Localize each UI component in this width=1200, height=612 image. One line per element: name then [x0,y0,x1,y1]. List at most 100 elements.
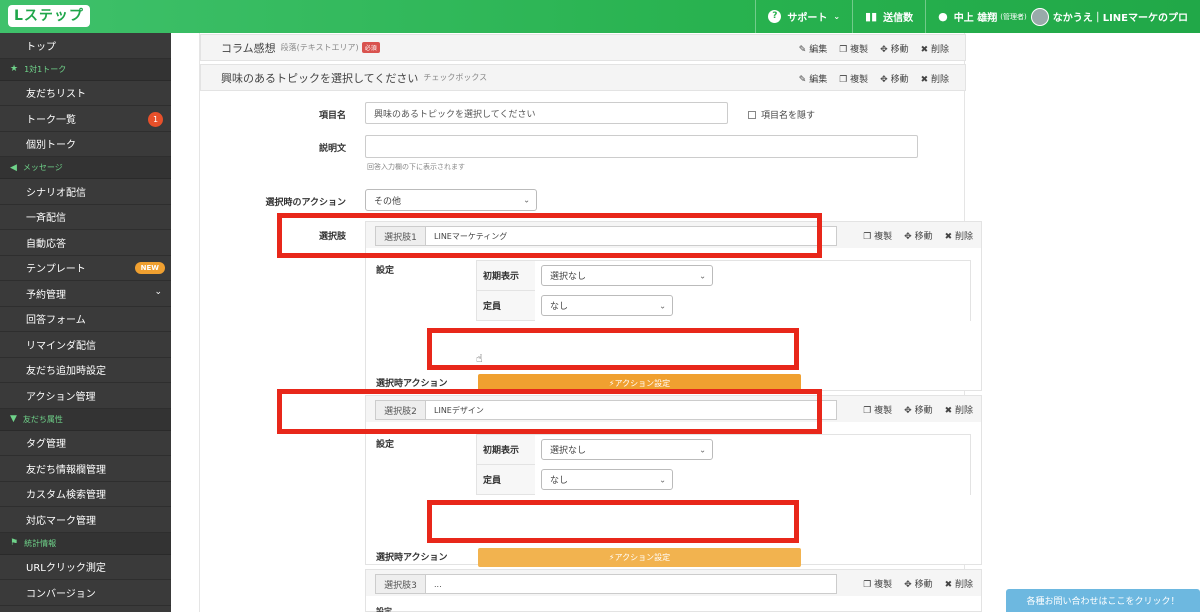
delete-button[interactable]: ✖ 削除 [921,42,949,55]
choice-block-3: 選択肢3 ... ❐ 複製 ✥ 移動 ✖ 削除 設定 [365,569,982,612]
sidebar-item-action-mgmt[interactable]: アクション管理 [0,383,171,409]
choice-action-label: 選択時アクション [376,553,448,563]
sidebar-item-label: トップ [26,41,56,53]
sidebar-item-label: アクション管理 [26,391,96,403]
choice-actions: ❐ 複製 ✥ 移動 ✖ 削除 [863,396,973,422]
copy-button[interactable]: ❐ 複製 [863,229,892,242]
delete-button[interactable]: ✖ 削除 [921,72,949,85]
sidebar-item-info-field[interactable]: 友だち情報欄管理 [0,456,171,482]
move-label: 移動 [914,231,933,242]
copy-label: 複製 [874,579,893,590]
copy-button[interactable]: ❐ 複製 [863,577,892,590]
description-input[interactable] [365,135,918,158]
copy-icon: ❐ [863,405,875,416]
question-row-column[interactable]: コラム感想 段落(テキストエリア) 必須 ✎ 編集 ❐ 複製 ✥ 移動 ✖ 削除 [200,34,966,61]
copy-button[interactable]: ❐ 複製 [839,42,868,55]
move-button[interactable]: ✥ 移動 [880,42,908,55]
close-icon: ✖ [944,579,955,590]
sidebar-item-add-friend[interactable]: 友だち追加時設定 [0,358,171,383]
sidebar-item-broadcast[interactable]: 一斉配信 [0,205,171,230]
move-button[interactable]: ✥ 移動 [904,229,932,242]
pointer-cursor-icon: ☝ [476,352,483,365]
sidebar-item-label: 一斉配信 [26,213,66,225]
choice-actions: ❐ 複製 ✥ 移動 ✖ 削除 [863,570,973,596]
select-value: その他 [374,196,402,207]
row-actions: ✎ 編集 ❐ 複製 ✥ 移動 ✖ 削除 [799,65,949,92]
highlight-box [277,389,822,434]
delete-button[interactable]: ✖ 削除 [945,229,973,242]
settings-table: 初期表示 選択なし ⌄ 定員 なし ⌄ [476,260,971,321]
user-role: (管理者) [1000,12,1027,21]
copy-button[interactable]: ❐ 複製 [839,72,868,85]
move-button[interactable]: ✥ 移動 [904,577,932,590]
sidebar-item-label: タグ管理 [26,439,66,451]
sidebar-item-url-click[interactable]: URLクリック測定 [0,555,171,580]
delete-button[interactable]: ✖ 削除 [945,403,973,416]
sidebar-item-scenario[interactable]: シナリオ配信 [0,179,171,205]
sidebar-item-reservation[interactable]: 予約管理 ⌄ [0,281,171,307]
move-label: 移動 [914,579,933,590]
capacity-select[interactable]: なし ⌄ [541,295,673,316]
choice-action-label: 選択時アクション [376,379,448,389]
copy-button[interactable]: ❐ 複製 [863,403,892,416]
sidebar-item-top[interactable]: トップ [0,33,171,59]
initial-display-select[interactable]: 選択なし ⌄ [541,265,713,286]
settings-table: 初期表示 選択なし ⌄ 定員 なし ⌄ [476,434,971,495]
send-count-menu[interactable]: ▮▮ 送信数 [852,0,925,33]
section-label: メッセージ [22,163,63,172]
select-value: 選択なし [550,272,587,282]
sidebar-item-auto-reply[interactable]: 自動応答 [0,230,171,256]
hide-item-name-checkbox[interactable]: 項目名を隠す [748,108,815,121]
move-button[interactable]: ✥ 移動 [880,72,908,85]
edit-button[interactable]: ✎ 編集 [799,72,827,85]
chevron-down-icon: ⌄ [523,195,530,205]
sidebar-item-label: トーク一覧 [26,114,76,126]
initial-display-label: 初期表示 [483,272,520,282]
sidebar-item-friends[interactable]: 友だちリスト [0,81,171,106]
item-name-input[interactable]: 興味のあるトピックを選択してください [365,102,728,124]
sidebar-item-tag[interactable]: タグ管理 [0,431,171,456]
move-icon: ✥ [880,45,891,55]
contact-help-button[interactable]: 各種お問い合わせはここをクリック！ [1006,589,1200,612]
sidebar-item-mark[interactable]: 対応マーク管理 [0,507,171,533]
description-help: 回答入力欄の下に表示されます [367,163,465,171]
question-row-topic[interactable]: 興味のあるトピックを選択してください チェックボックス ✎ 編集 ❐ 複製 ✥ … [200,64,966,91]
choice-value-input[interactable]: ... [426,574,837,594]
sidebar-item-label: コンバージョン [26,588,96,600]
edit-button[interactable]: ✎ 編集 [799,42,827,55]
sidebar-item-label: 友だちリスト [26,89,86,101]
megaphone-icon: ◀ [10,162,17,173]
sidebar-item-template[interactable]: テンプレート NEW [0,256,171,281]
delete-label: 削除 [930,45,949,55]
move-icon: ✥ [880,75,891,85]
settings-row-capacity: 定員 なし ⌄ [477,291,970,321]
sidebar-item-custom-search[interactable]: カスタム検索管理 [0,482,171,507]
close-icon: ✖ [944,231,955,242]
choice-tag: 選択肢3 [375,574,426,594]
settings-cell: なし ⌄ [535,465,970,495]
action-settings-button[interactable]: ⚡ アクション設定 [478,548,801,567]
initial-display-select[interactable]: 選択なし ⌄ [541,439,713,460]
account-menu[interactable]: ● 中上 雄翔 (管理者) なかうえ｜LINEマーケのプロ [925,0,1200,33]
capacity-label: 定員 [483,302,502,312]
selection-action-select[interactable]: その他 ⌄ [365,189,537,211]
sidebar-item-label: 個別トーク [26,140,76,152]
sidebar-item-individual[interactable]: 個別トーク [0,132,171,157]
select-value: なし [550,476,569,486]
section-label: 1対1トーク [24,64,67,74]
sidebar-item-reminder[interactable]: リマインダ配信 [0,332,171,358]
support-menu[interactable]: ? サポート ⌄ [755,0,852,33]
sidebar-item-conversion[interactable]: コンバージョン [0,580,171,606]
delete-button[interactable]: ✖ 削除 [945,577,973,590]
capacity-select[interactable]: なし ⌄ [541,469,673,490]
sidebar-item-talks[interactable]: トーク一覧 1 [0,106,171,132]
sidebar-section-talk: ★ 1対1トーク [0,58,171,81]
chevron-down-icon: ⌄ [699,445,706,454]
sidebar-item-label: 対応マーク管理 [26,515,96,527]
highlight-box [427,328,799,370]
highlight-box [427,500,799,543]
sidebar-item-form[interactable]: 回答フォーム [0,307,171,332]
app-logo[interactable]: Lステップ [8,5,90,27]
star-icon: ★ [10,64,19,74]
move-button[interactable]: ✥ 移動 [904,403,932,416]
